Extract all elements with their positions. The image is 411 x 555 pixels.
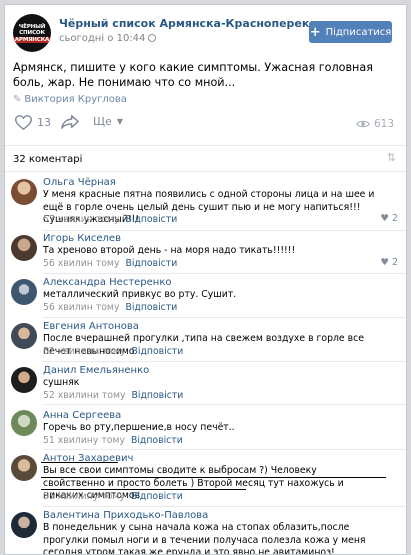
more-label: Ще (93, 115, 112, 128)
annotation-underline (41, 489, 246, 490)
comments-count: 32 коментарі (13, 154, 83, 165)
divider (43, 317, 406, 318)
avatar-text-line-3: АРМЯНСКА (13, 36, 51, 43)
comment-time[interactable]: 51 хвилину тому (43, 435, 125, 446)
views-count: 613 (373, 118, 394, 130)
group-avatar[interactable]: ЧЁРНЫЙ СПИСОК АРМЯНСКА (13, 14, 51, 52)
divider (43, 449, 406, 450)
divider (43, 506, 406, 507)
comment-meta: 51 хвилину тому Відповісти (43, 491, 183, 502)
reply-link[interactable]: Відповісти (125, 214, 177, 225)
subscribe-button[interactable]: + Підписатися (309, 21, 392, 43)
heart-icon (15, 115, 32, 130)
comment-item: Ольга Чёрная У меня красные пятна появил… (5, 175, 406, 231)
comment-meta: 57 хвилин тому Відповісти (43, 214, 177, 225)
sort-icon[interactable]: ⇅ (387, 151, 396, 164)
divider (43, 230, 406, 231)
reply-link[interactable]: Відповісти (125, 258, 177, 269)
comment-time[interactable]: 56 хвилин тому (43, 302, 119, 313)
chevron-down-icon: ▼ (116, 117, 123, 126)
post-time-text: сьогодні о 10:44 (59, 33, 146, 44)
divider (43, 361, 406, 362)
comment-item: Валентина Приходько-Павлова В понедельни… (5, 508, 406, 555)
comment-meta: 52 хвилини тому Відповісти (43, 346, 183, 357)
more-button[interactable]: Ще ▼ (93, 115, 123, 128)
share-icon (61, 115, 79, 129)
comment-meta: 52 хвилини тому Відповісти (43, 390, 183, 401)
subscribe-label: Підписатися (325, 26, 392, 38)
post-text: Армянск, пишите у кого какие симптомы. У… (13, 61, 373, 89)
comment-text: В понедельник у сына начала кожа на стоп… (43, 522, 366, 555)
comment-time[interactable]: 56 хвилин тому (43, 258, 119, 269)
comment-author[interactable]: Анна Сергеева (43, 410, 121, 421)
like-count: 13 (37, 116, 51, 129)
reply-link[interactable]: Відповісти (132, 390, 184, 401)
pin-icon (148, 34, 157, 42)
comment-author[interactable]: Евгения Антонова (43, 321, 139, 332)
avatar[interactable] (11, 279, 37, 305)
reply-link[interactable]: Відповісти (125, 302, 177, 313)
comment-meta: 51 хвилину тому Відповісти (43, 435, 183, 446)
post-actions: 13 Ще ▼ 613 (13, 115, 398, 137)
post-header: ЧЁРНЫЙ СПИСОК АРМЯНСКА Чёрный список Арм… (13, 14, 398, 54)
comment-item: Антон Захаревич Вы все свои симптомы сво… (5, 451, 406, 507)
views-counter: 613 (355, 118, 394, 130)
heart-icon: ♥ (380, 213, 389, 224)
avatar[interactable] (11, 410, 37, 436)
post-timestamp[interactable]: сьогодні о 10:44 (59, 33, 157, 44)
comment-like-count: 2 (391, 257, 398, 268)
divider (43, 273, 406, 274)
comment-text: сушняк (43, 377, 80, 388)
comment-text: Горечь во рту,першение,в носу печёт.. (43, 422, 235, 433)
comment-item: Игорь Киселев Та хреново второй день - н… (5, 233, 406, 275)
like-button[interactable]: 13 (15, 115, 51, 130)
plus-icon: + (309, 24, 321, 40)
comment-time[interactable]: 52 хвилини тому (43, 346, 126, 357)
comment-time[interactable]: 51 хвилину тому (43, 491, 125, 502)
avatar[interactable] (11, 367, 37, 393)
comment-time[interactable]: 57 хвилин тому (43, 214, 119, 225)
comment-like-count: 2 (391, 213, 398, 224)
avatar[interactable] (11, 235, 37, 261)
comment-author[interactable]: Ольга Чёрная (43, 177, 116, 188)
reply-link[interactable]: Відповісти (131, 491, 183, 502)
heart-icon: ♥ (380, 257, 389, 268)
pen-icon: ✎ (13, 94, 22, 105)
annotation-underline (41, 462, 118, 463)
comment-meta: 56 хвилин тому Відповісти (43, 258, 177, 269)
avatar[interactable] (11, 179, 37, 205)
comment-author[interactable]: Александра Нестеренко (43, 277, 172, 288)
avatar[interactable] (11, 323, 37, 349)
reply-link[interactable]: Відповісти (132, 346, 184, 357)
comment-item: Данил Емельяненко сушняк 52 хвилини тому… (5, 363, 406, 405)
comment-text: Та хреново второй день - на моря надо ти… (43, 245, 296, 256)
avatar[interactable] (11, 455, 37, 481)
avatar-text-line-2: СПИСОК (19, 29, 45, 36)
comment-meta: 56 хвилин тому Відповісти (43, 302, 177, 313)
avatar[interactable] (11, 512, 37, 538)
comment-item: Анна Сергеева Горечь во рту,першение,в н… (5, 406, 406, 450)
reply-link[interactable]: Відповісти (131, 435, 183, 446)
divider (5, 171, 406, 172)
annotation-underline (41, 477, 386, 478)
eye-icon (355, 120, 370, 128)
comment-like-button[interactable]: ♥ 2 (380, 213, 398, 224)
post-frame: ЧЁРНЫЙ СПИСОК АРМЯНСКА Чёрный список Арм… (4, 4, 407, 555)
group-name-link[interactable]: Чёрный список Армянска-Красноперекопска (59, 17, 346, 30)
comment-time[interactable]: 52 хвилини тому (43, 390, 126, 401)
divider (5, 145, 406, 146)
comment-item: Евгения Антонова После вчерашней прогулк… (5, 319, 406, 363)
post-author-name: Виктория Круглова (24, 94, 127, 105)
comment-author[interactable]: Данил Емельяненко (43, 365, 149, 376)
comment-like-button[interactable]: ♥ 2 (380, 257, 398, 268)
comment-author[interactable]: Игорь Киселев (43, 233, 121, 244)
share-button[interactable] (61, 115, 79, 129)
post-author[interactable]: ✎ Виктория Круглова (13, 94, 127, 105)
comment-item: Александра Нестеренко металлический прив… (5, 275, 406, 319)
divider (43, 404, 406, 405)
comment-text: металлический привкус во рту. Сушит. (43, 289, 237, 300)
comment-author[interactable]: Валентина Приходько-Павлова (43, 510, 208, 521)
